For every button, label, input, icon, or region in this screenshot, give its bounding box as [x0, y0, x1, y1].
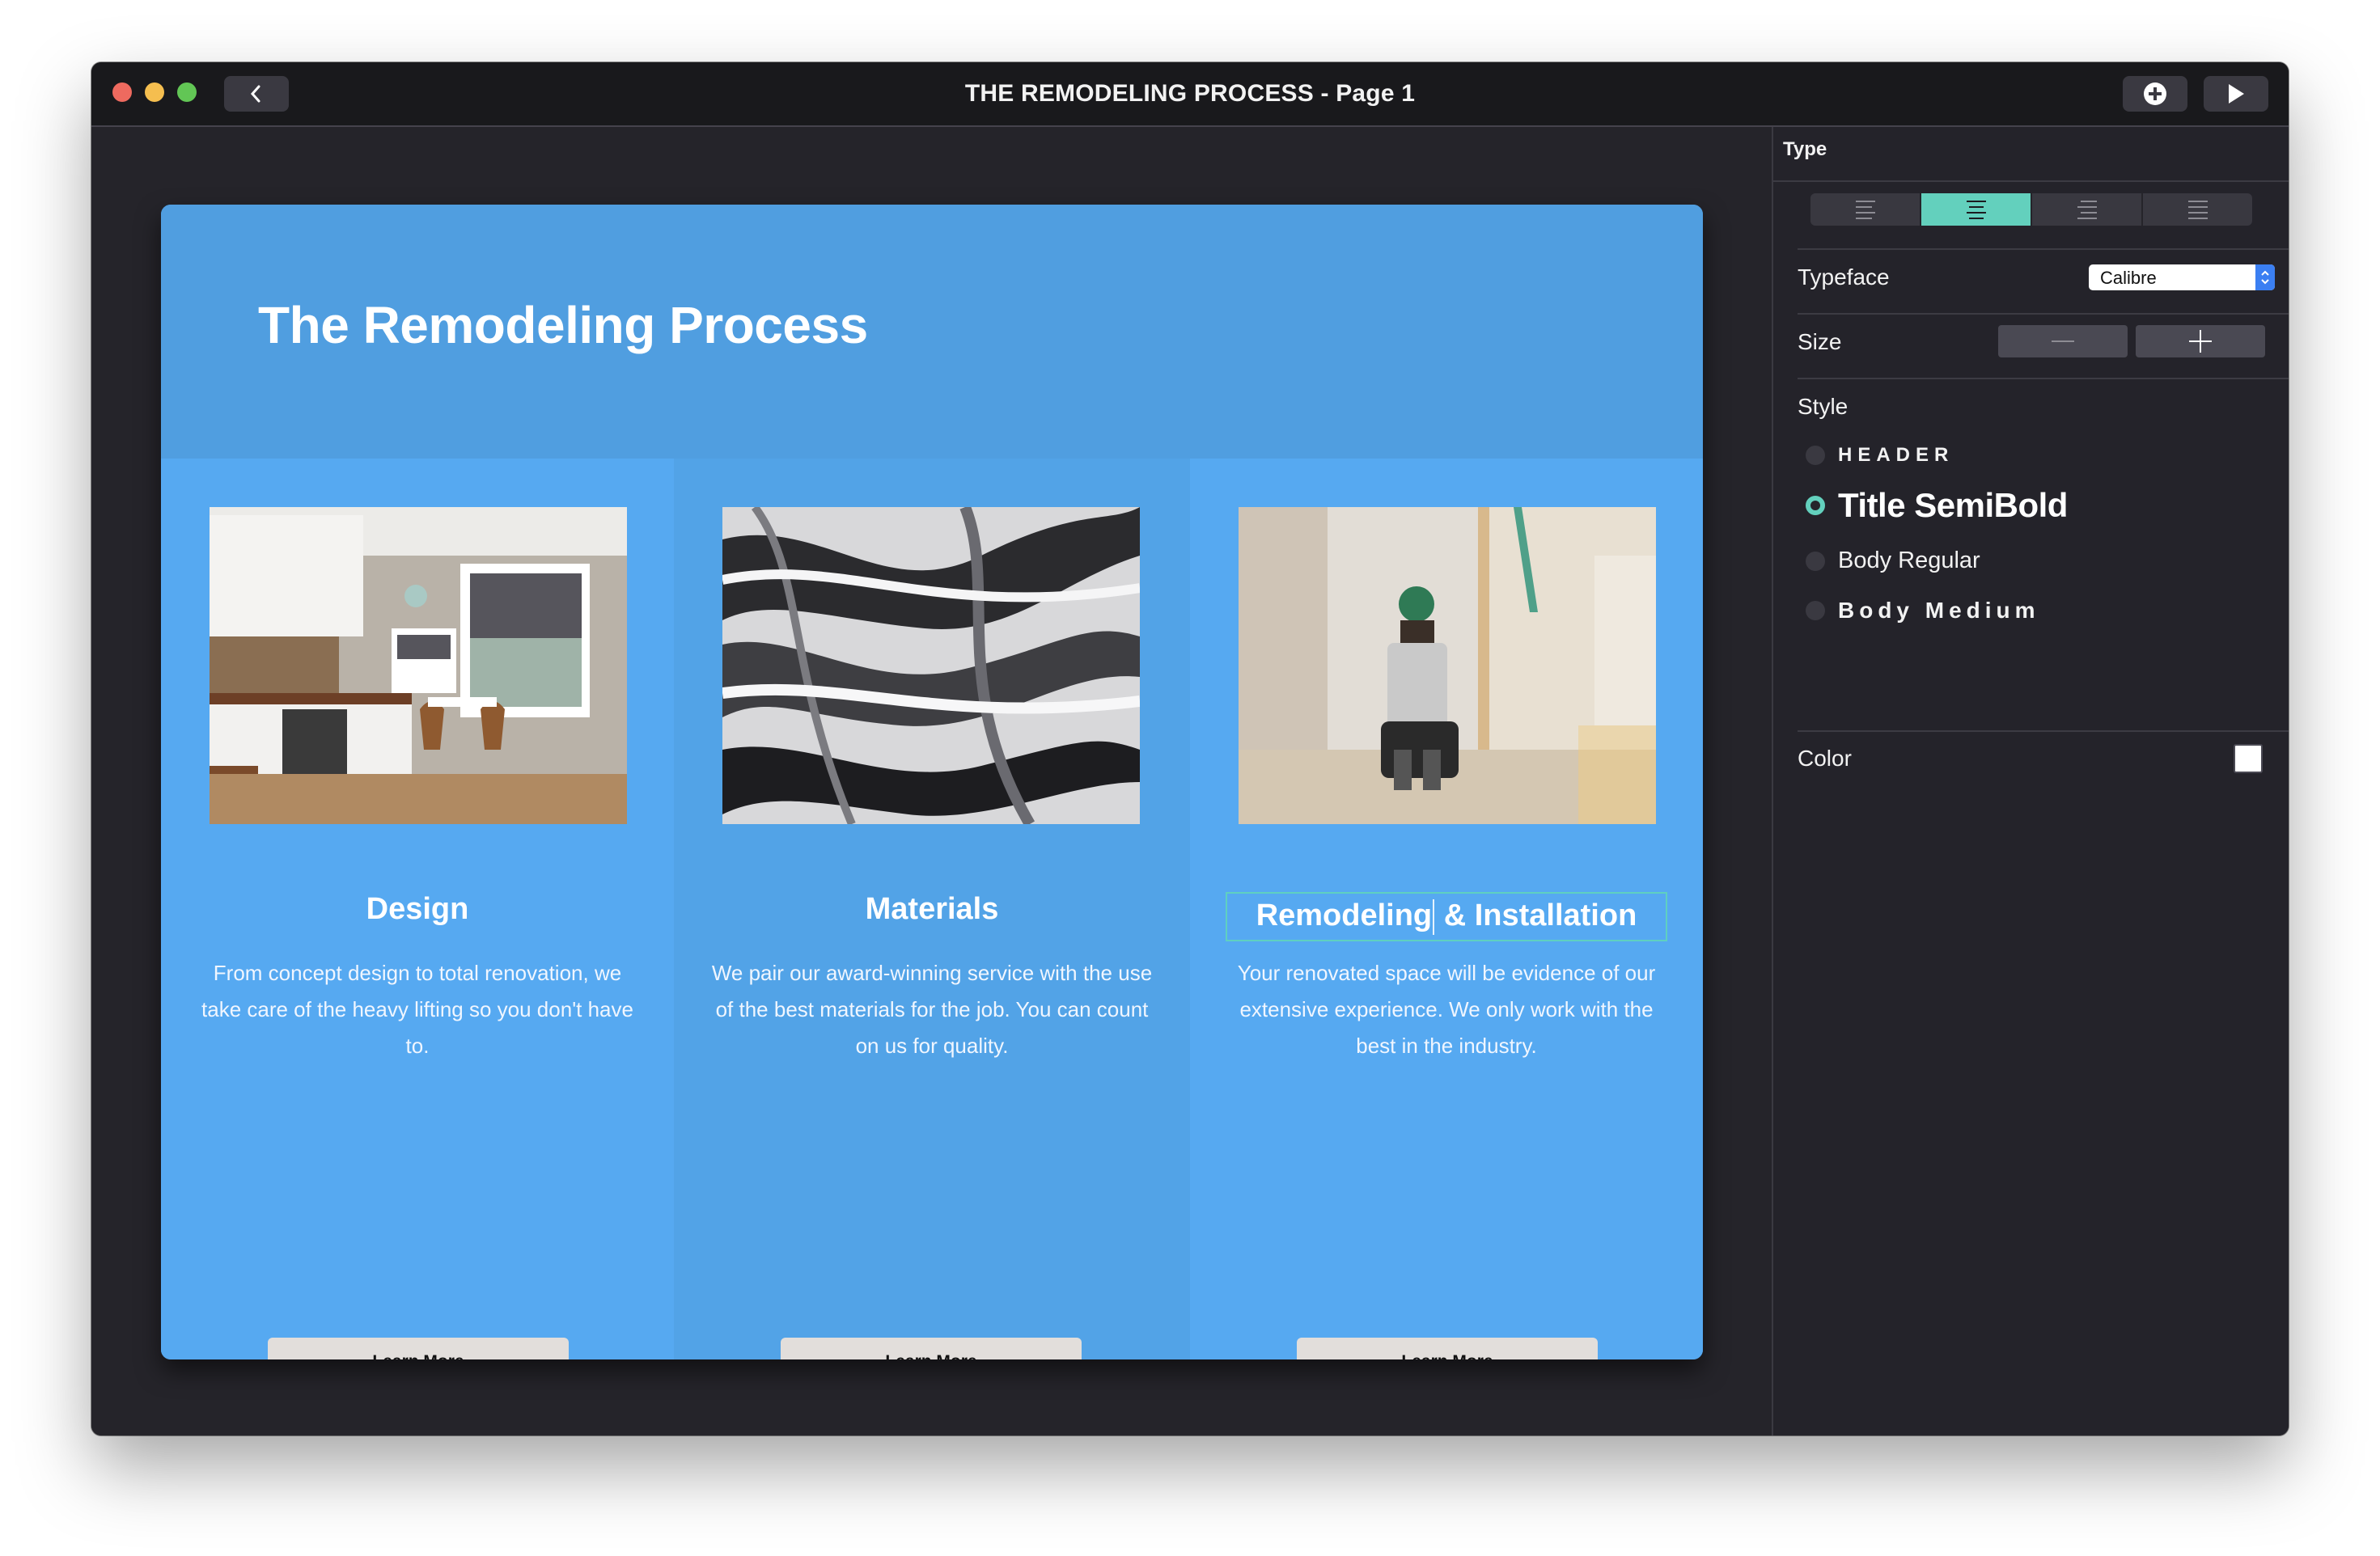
section-title-type: Type: [1783, 138, 1827, 160]
divider: [1798, 378, 2289, 379]
column-title-selected[interactable]: Remodeling & Installation: [1190, 892, 1703, 941]
style-option-header[interactable]: HEADER: [1806, 444, 1954, 467]
canvas-header-band: The Remodeling Process: [161, 205, 1703, 459]
size-decrease-button[interactable]: [1998, 325, 2128, 357]
plus-circle-icon: [2144, 82, 2166, 105]
align-justify-icon: [2187, 200, 2208, 219]
text-selection-box[interactable]: Remodeling & Installation: [1225, 892, 1668, 941]
radio-button-selected[interactable]: [1806, 496, 1825, 515]
chevron-up-down-icon: [2255, 264, 2275, 290]
size-increase-button[interactable]: [2136, 325, 2265, 357]
title-bar: THE REMODELING PROCESS - Page 1: [91, 62, 2289, 127]
title-text-after-caret: & Installation: [1435, 899, 1637, 932]
learn-more-button[interactable]: Learn More: [1297, 1338, 1598, 1359]
page-title[interactable]: The Remodeling Process: [258, 295, 868, 355]
align-center-icon: [1966, 200, 1986, 219]
style-option-body-medium[interactable]: Body Medium: [1806, 598, 2040, 624]
title-text-before-caret: Remodeling: [1256, 899, 1433, 932]
typeface-label: Typeface: [1798, 264, 1890, 290]
style-option-label: HEADER: [1838, 444, 1954, 466]
marble-photo[interactable]: [722, 507, 1140, 824]
inspector-panel: Type Typeface Calibre Size Style HEADER …: [1772, 127, 2289, 1435]
align-right-button[interactable]: [2032, 193, 2143, 226]
style-option-title-semibold[interactable]: Title SemiBold: [1806, 486, 2068, 525]
column-materials: Materials We pair our award-winning serv…: [674, 459, 1190, 1359]
align-right-icon: [2077, 200, 2097, 219]
style-option-body-regular[interactable]: Body Regular: [1806, 548, 1980, 574]
divider: [1798, 730, 2289, 732]
divider: [1773, 180, 2289, 182]
column-title[interactable]: Design: [161, 892, 674, 927]
text-caret: [1433, 899, 1435, 935]
style-option-label: Title SemiBold: [1838, 486, 2068, 524]
typeface-select[interactable]: Calibre: [2089, 264, 2275, 290]
style-option-label: Body Medium: [1838, 598, 2040, 623]
text-alignment-control: [1810, 193, 2252, 226]
app-window: THE REMODELING PROCESS - Page 1 The Remo…: [91, 62, 2289, 1435]
divider: [1798, 313, 2289, 315]
typeface-value: Calibre: [2100, 268, 2157, 288]
divider: [1798, 248, 2289, 250]
align-left-button[interactable]: [1810, 193, 1921, 226]
add-button[interactable]: [2123, 76, 2187, 112]
construction-worker-photo[interactable]: [1239, 507, 1656, 824]
column-design: Design From concept design to total reno…: [161, 459, 674, 1359]
canvas-workspace: The Remodeling Process Design From conce…: [91, 127, 1772, 1435]
size-label: Size: [1798, 329, 1842, 354]
window-title: THE REMODELING PROCESS - Page 1: [964, 80, 1416, 107]
style-label: Style: [1798, 394, 1849, 419]
learn-more-button[interactable]: Learn More: [268, 1338, 569, 1359]
play-button[interactable]: [2204, 76, 2268, 112]
kitchen-photo[interactable]: [210, 507, 627, 824]
radio-button[interactable]: [1806, 446, 1825, 465]
column-body-text[interactable]: From concept design to total renovation,…: [193, 955, 642, 1064]
align-center-button[interactable]: [1921, 193, 2032, 226]
radio-button[interactable]: [1806, 601, 1825, 620]
column-remodeling: Remodeling & Installation Your renovated…: [1190, 459, 1703, 1359]
column-body-text[interactable]: We pair our award-winning service with t…: [706, 955, 1158, 1064]
column-body-text[interactable]: Your renovated space will be evidence of…: [1222, 955, 1671, 1064]
style-option-label: Body Regular: [1838, 548, 1980, 573]
align-justify-button[interactable]: [2143, 193, 2252, 226]
slide-canvas[interactable]: The Remodeling Process Design From conce…: [161, 205, 1703, 1359]
color-label: Color: [1798, 746, 1852, 771]
align-left-icon: [1855, 200, 1875, 219]
radio-button[interactable]: [1806, 551, 1825, 571]
color-swatch[interactable]: [2234, 744, 2263, 773]
column-title[interactable]: Materials: [674, 892, 1190, 927]
plus-icon: [2189, 330, 2212, 353]
play-icon: [2229, 84, 2244, 104]
learn-more-button[interactable]: Learn More: [781, 1338, 1082, 1359]
minus-icon: [2052, 340, 2074, 342]
